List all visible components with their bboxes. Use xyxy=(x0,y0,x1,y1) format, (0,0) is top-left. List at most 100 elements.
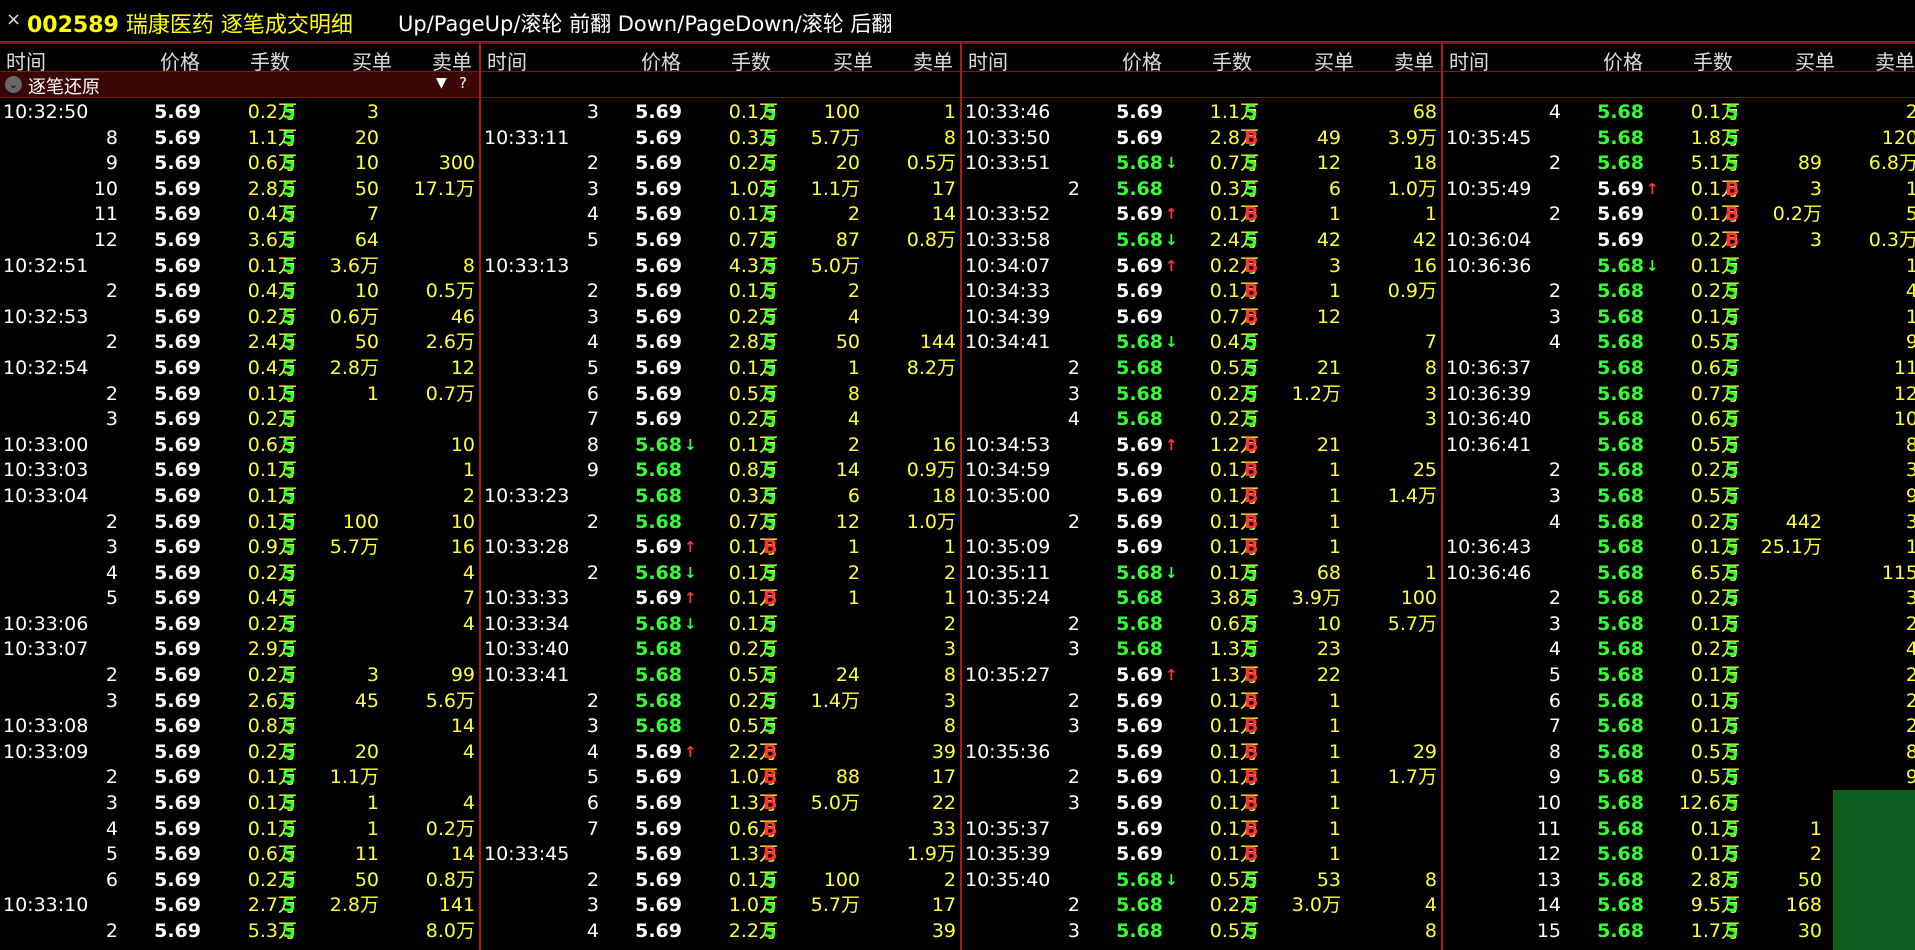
tick-row[interactable]: 11 5.69 0.4万 S 7 xyxy=(0,202,479,228)
tick-row[interactable]: 2 5.69 5.3万 S 8.0万 xyxy=(0,919,479,945)
column-header-3[interactable]: 买单 xyxy=(1795,46,1835,75)
tick-row[interactable]: 3 5.68 1.3万 S 23 xyxy=(962,637,1441,663)
tick-row[interactable]: 3 5.69 0.2万 S 4 xyxy=(481,305,960,331)
tick-row[interactable]: 10:34:07 5.69 ↑ 0.2万 B 3 16 xyxy=(962,254,1441,280)
column-header-0[interactable]: 时间 xyxy=(968,46,1008,75)
tick-row[interactable]: 10:33:52 5.69 ↑ 0.1万 B 1 1 xyxy=(962,202,1441,228)
tick-row[interactable]: 3 5.69 0.1万 S 1 4 xyxy=(0,791,479,817)
tick-row[interactable]: 10:35:27 5.69 ↑ 1.3万 B 22 xyxy=(962,663,1441,689)
tick-row[interactable]: 2 5.68 0.2万 S 4 xyxy=(1443,279,1915,305)
tick-row[interactable]: 4 5.69 0.2万 S 4 xyxy=(0,561,479,587)
tick-row[interactable]: 10:34:39 5.69 0.7万 B 12 xyxy=(962,305,1441,331)
tick-row[interactable]: 5 5.69 1.0万 B 88 17 xyxy=(481,765,960,791)
tick-row[interactable]: 2 5.68 0.2万 S 3 xyxy=(1443,586,1915,612)
tick-row[interactable]: 12 5.69 3.6万 S 64 xyxy=(0,228,479,254)
tick-row[interactable]: 8 5.68 0.5万 S 8 xyxy=(1443,740,1915,766)
tick-row[interactable]: 7 5.69 0.2万 S 4 xyxy=(481,407,960,433)
tick-row[interactable]: 10:33:13 5.69 4.3万 S 5.0万 xyxy=(481,254,960,280)
tick-row[interactable]: 4 5.69 2.2万 S 39 xyxy=(481,919,960,945)
tick-row[interactable]: 10:33:23 5.68 0.3万 S 6 18 xyxy=(481,484,960,510)
filter-icon[interactable]: ▼ xyxy=(436,75,447,91)
collapse-toggle-icon[interactable]: ⌄ xyxy=(5,76,22,93)
tick-row[interactable]: 2 5.69 0.1万 B 1 xyxy=(962,510,1441,536)
tick-row[interactable]: 2 5.68 0.2万 S 1.4万 3 xyxy=(481,689,960,715)
tick-row[interactable]: 2 5.68 0.7万 S 12 1.0万 xyxy=(481,510,960,536)
column-header-3[interactable]: 买单 xyxy=(1314,46,1354,75)
tick-row[interactable]: 10:33:46 5.69 1.1万 S 68 xyxy=(962,100,1441,126)
tick-row[interactable]: 3 5.69 0.2万 S xyxy=(0,407,479,433)
tick-row[interactable]: 2 5.68 0.2万 S 3.0万 4 xyxy=(962,893,1441,919)
tick-row[interactable]: 5 5.69 0.4万 S 7 xyxy=(0,586,479,612)
tick-row[interactable]: 4 5.68 0.2万 S 4 xyxy=(1443,637,1915,663)
column-header-4[interactable]: 卖单 xyxy=(432,46,472,75)
tick-row[interactable]: 4 5.69 ↑ 2.2万 B 39 xyxy=(481,740,960,766)
tick-row[interactable]: 5 5.68 0.1万 S 2 xyxy=(1443,663,1915,689)
tick-row[interactable]: 4 5.68 0.5万 S 9 xyxy=(1443,330,1915,356)
tick-row[interactable]: 10:33:06 5.69 0.2万 S 4 xyxy=(0,612,479,638)
tick-row[interactable]: 8 5.69 1.1万 S 20 xyxy=(0,126,479,152)
tick-row[interactable]: 10:33:28 5.69 ↑ 0.1万 B 1 1 xyxy=(481,535,960,561)
tick-row[interactable]: 6 5.69 0.5万 S 8 xyxy=(481,382,960,408)
tick-row[interactable]: 10:33:33 5.69 ↑ 0.1万 B 1 1 xyxy=(481,586,960,612)
column-header-0[interactable]: 时间 xyxy=(487,46,527,75)
tick-row[interactable]: 10:34:33 5.69 0.1万 B 1 0.9万 xyxy=(962,279,1441,305)
tick-row[interactable]: 2 5.69 0.2万 S 20 0.5万 xyxy=(481,151,960,177)
tick-row[interactable]: 3 5.69 1.0万 S 5.7万 17 xyxy=(481,893,960,919)
help-icon[interactable]: ? xyxy=(459,74,467,92)
tick-row[interactable]: 4 5.68 0.1万 S 2 xyxy=(1443,100,1915,126)
tick-row[interactable]: 2 5.69 0.1万 S 100 10 xyxy=(0,510,479,536)
tick-row[interactable]: 10:36:39 5.68 0.7万 S 12 xyxy=(1443,382,1915,408)
tick-row[interactable]: 9 5.68 0.8万 S 14 0.9万 xyxy=(481,458,960,484)
tick-row[interactable]: 2 5.68 ↓ 0.1万 S 2 2 xyxy=(481,561,960,587)
tick-row[interactable]: 3 5.68 0.2万 S 1.2万 3 xyxy=(962,382,1441,408)
tick-row[interactable]: 10:33:58 5.68 ↓ 2.4万 S 42 42 xyxy=(962,228,1441,254)
tick-row[interactable]: 10:33:10 5.69 2.7万 S 2.8万 141 xyxy=(0,893,479,919)
tick-row[interactable]: 9 5.68 0.5万 S 9 xyxy=(1443,765,1915,791)
tick-row[interactable]: 3 5.68 0.5万 S 8 xyxy=(481,714,960,740)
tick-row[interactable]: 10:33:00 5.69 0.6万 S 10 xyxy=(0,433,479,459)
column-header-2[interactable]: 手数 xyxy=(1212,46,1252,75)
close-icon[interactable]: × xyxy=(6,9,21,30)
tick-row[interactable]: 10:33:45 5.69 1.3万 B 1.9万 xyxy=(481,842,960,868)
tick-row[interactable]: 2 5.68 0.5万 S 21 8 xyxy=(962,356,1441,382)
column-header-3[interactable]: 买单 xyxy=(833,46,873,75)
tick-row[interactable]: 10 5.69 2.8万 S 50 17.1万 xyxy=(0,177,479,203)
tick-row[interactable]: 3 5.69 1.0万 S 1.1万 17 xyxy=(481,177,960,203)
tick-row[interactable]: 2 5.68 5.1万 S 89 6.8万 xyxy=(1443,151,1915,177)
tick-row[interactable]: 10:34:59 5.69 0.1万 B 1 25 xyxy=(962,458,1441,484)
tick-row[interactable]: 2 5.69 0.1万 S 1.1万 xyxy=(0,765,479,791)
tick-row[interactable]: 10:35:39 5.69 0.1万 B 1 xyxy=(962,842,1441,868)
tick-row[interactable]: 10:36:37 5.68 0.6万 S 11 xyxy=(1443,356,1915,382)
tick-row[interactable]: 3 5.69 0.1万 B 1 xyxy=(962,714,1441,740)
tick-row[interactable]: 4 5.69 0.1万 S 1 0.2万 xyxy=(0,817,479,843)
tick-row[interactable]: 10:35:40 5.68 ↓ 0.5万 S 53 8 xyxy=(962,868,1441,894)
tick-row[interactable]: 5 5.69 0.6万 S 11 14 xyxy=(0,842,479,868)
tick-row[interactable]: 10:35:37 5.69 0.1万 B 1 xyxy=(962,817,1441,843)
tick-row[interactable]: 3 5.68 0.5万 S 8 xyxy=(962,919,1441,945)
tick-row[interactable]: 10:33:04 5.69 0.1万 S 2 xyxy=(0,484,479,510)
restore-label[interactable]: 逐笔还原 xyxy=(28,73,100,99)
column-header-0[interactable]: 时间 xyxy=(1449,46,1489,75)
tick-row[interactable]: 2 5.69 0.1万 S 1 0.7万 xyxy=(0,382,479,408)
tick-row[interactable]: 9 5.69 0.6万 S 10 300 xyxy=(0,151,479,177)
tick-row[interactable]: 10:36:04 5.69 0.2万 B 3 0.3万 xyxy=(1443,228,1915,254)
tick-row[interactable]: 10:33:11 5.69 0.3万 S 5.7万 8 xyxy=(481,126,960,152)
tick-row[interactable]: 10:35:11 5.68 ↓ 0.1万 S 68 1 xyxy=(962,561,1441,587)
tick-row[interactable]: 10:34:53 5.69 ↑ 1.2万 B 21 xyxy=(962,433,1441,459)
column-header-1[interactable]: 价格 xyxy=(1122,46,1162,75)
tick-row[interactable]: 10:33:40 5.68 0.2万 S 3 xyxy=(481,637,960,663)
column-header-2[interactable]: 手数 xyxy=(250,46,290,75)
column-header-0[interactable]: 时间 xyxy=(6,46,46,75)
tick-row[interactable]: 10:36:36 5.68 ↓ 0.1万 S 1 xyxy=(1443,254,1915,280)
tick-row[interactable]: 2 5.69 2.4万 S 50 2.6万 xyxy=(0,330,479,356)
tick-row[interactable]: 10:33:08 5.69 0.8万 S 14 xyxy=(0,714,479,740)
tick-row[interactable]: 4 5.69 2.8万 S 50 144 xyxy=(481,330,960,356)
tick-row[interactable]: 3 5.68 0.1万 S 2 xyxy=(1443,612,1915,638)
tick-row[interactable]: 10:33:09 5.69 0.2万 S 20 4 xyxy=(0,740,479,766)
tick-row[interactable]: 6 5.69 1.3万 B 5.0万 22 xyxy=(481,791,960,817)
tick-row[interactable]: 10:32:51 5.69 0.1万 S 3.6万 8 xyxy=(0,254,479,280)
tick-row[interactable]: 10:33:41 5.68 0.5万 S 24 8 xyxy=(481,663,960,689)
tick-row[interactable]: 10:36:40 5.68 0.6万 S 10 xyxy=(1443,407,1915,433)
tick-row[interactable]: 2 5.68 0.2万 S 3 xyxy=(1443,458,1915,484)
tick-row[interactable]: 10:33:34 5.68 ↓ 0.1万 S 2 xyxy=(481,612,960,638)
